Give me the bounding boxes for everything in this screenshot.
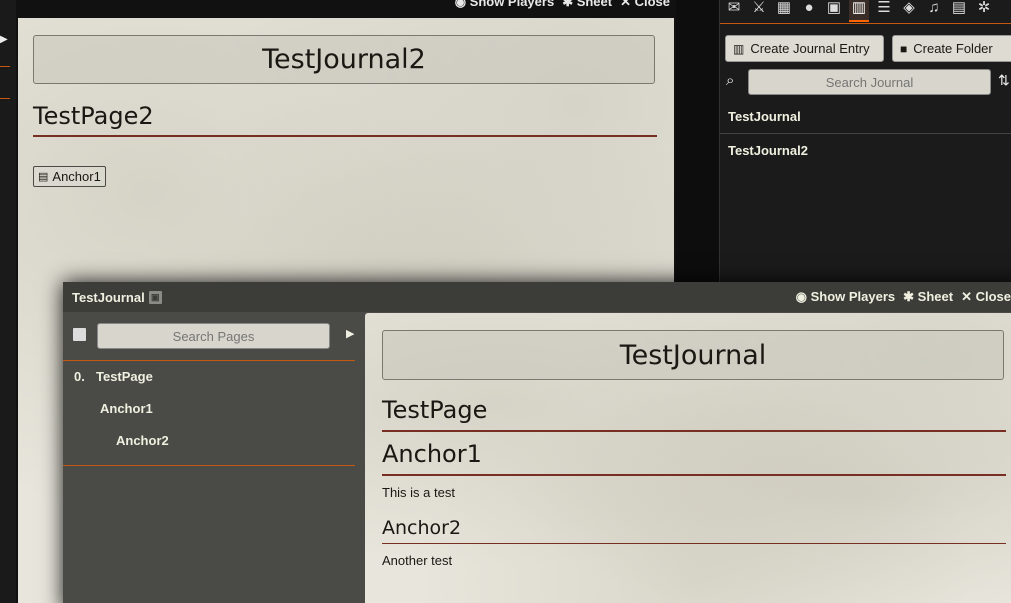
sheet-button[interactable]: ✱ Sheet — [903, 289, 953, 305]
divider — [63, 465, 355, 466]
journal-sidebar: ✉ ⚔ ▦ ● ▣ ▥ ☰ ◈ ♫ ▤ ✲ ▥ Create Journal E… — [719, 0, 1011, 282]
window-header-controls: ◉ Show Players ✱ Sheet ✕ Close — [455, 0, 670, 10]
toc-page-label: TestPage — [96, 369, 153, 384]
sort-icon[interactable]: ⇅ — [998, 72, 1010, 89]
scenes-icon[interactable]: ▦ — [774, 0, 794, 22]
items-icon[interactable]: ▣ — [824, 0, 844, 22]
book-icon: ▥ — [733, 41, 745, 56]
create-journal-entry-label: Create Journal Entry — [750, 41, 870, 56]
show-players-label: Show Players — [810, 289, 896, 304]
search-icon: ⌕ — [726, 72, 735, 89]
close-button[interactable]: ✕ Close — [961, 289, 1011, 305]
create-journal-entry-button[interactable]: ▥ Create Journal Entry — [725, 35, 884, 62]
folder-icon: ■ — [900, 41, 908, 56]
journal-entry[interactable]: TestJournal2 — [720, 134, 1011, 168]
toc-page-item[interactable]: 0. TestPage — [74, 369, 153, 384]
heading-anchor2: Anchor2 — [382, 517, 1006, 544]
document-icon: ▤ — [38, 171, 49, 183]
compendium-icon[interactable]: ▤ — [949, 0, 969, 22]
search-journal-input[interactable] — [748, 69, 991, 95]
divider — [63, 360, 355, 361]
journal-title[interactable]: TestJournal — [382, 330, 1004, 380]
playlists-icon[interactable]: ♫ — [924, 0, 944, 22]
anchor-link[interactable]: ▤ Anchor1 — [33, 166, 106, 187]
divider — [0, 66, 10, 67]
combat-icon[interactable]: ⚔ — [749, 0, 769, 22]
expand-arrow-icon[interactable]: ▶ — [0, 34, 8, 45]
journal-page-content: TestJournal TestPage Anchor1 This is a t… — [365, 313, 1011, 603]
chat-icon[interactable]: ✉ — [724, 0, 744, 22]
sheet-button[interactable]: ✱ Sheet — [562, 0, 612, 10]
paragraph: This is a test — [382, 485, 455, 500]
toc-page-number: 0. — [74, 369, 85, 384]
page-title: TestPage2 — [33, 102, 657, 137]
show-players-button[interactable]: ◉ Show Players — [796, 289, 896, 305]
collapse-sidebar-icon[interactable]: ▶ — [346, 327, 354, 340]
sheet-label: Sheet — [917, 289, 954, 304]
window-title: TestJournal — [72, 289, 145, 305]
journal-id-icon[interactable]: ▣ — [148, 290, 162, 304]
heading-anchor1: Anchor1 — [382, 440, 1006, 476]
page-title: TestPage — [382, 396, 1006, 432]
show-players-button[interactable]: ◉ Show Players — [455, 0, 555, 10]
gear-icon: ✱ — [903, 289, 915, 304]
toc-anchor-item[interactable]: Anchor2 — [116, 433, 169, 448]
journal-window-testjournal: TestJournal ▣ ◉ Show Players ✱ Sheet ✕ C… — [63, 282, 1011, 603]
left-edge-strip: ▶ — [0, 0, 16, 603]
create-page-icon[interactable] — [73, 328, 86, 341]
create-folder-label: Create Folder — [913, 41, 993, 56]
search-pages-input[interactable] — [97, 323, 330, 349]
settings-icon[interactable]: ✲ — [974, 0, 994, 22]
journal-title[interactable]: TestJournal2 — [33, 35, 655, 84]
eye-icon: ◉ — [795, 289, 807, 304]
close-button[interactable]: ✕ Close — [620, 0, 670, 10]
journal-icon[interactable]: ▥ — [849, 0, 869, 22]
close-label: Close — [975, 289, 1011, 304]
journal-entry[interactable]: TestJournal — [720, 100, 1011, 134]
pages-sidebar: ▶ 0. TestPage Anchor1 Anchor2 — [63, 312, 355, 603]
divider — [0, 98, 10, 99]
window-header-controls: ◉ Show Players ✱ Sheet ✕ Close — [796, 289, 1011, 305]
tables-icon[interactable]: ☰ — [874, 0, 894, 22]
cards-icon[interactable]: ◈ — [899, 0, 919, 22]
anchor-link-label: Anchor1 — [52, 169, 101, 184]
toc-anchor-item[interactable]: Anchor1 — [100, 401, 153, 416]
create-folder-button[interactable]: ■ Create Folder — [892, 35, 1011, 62]
paragraph: Another test — [382, 553, 453, 568]
close-icon: ✕ — [961, 289, 972, 304]
sidebar-tabs: ✉ ⚔ ▦ ● ▣ ▥ ☰ ◈ ♫ ▤ ✲ — [720, 0, 1011, 24]
actors-icon[interactable]: ● — [799, 0, 819, 22]
